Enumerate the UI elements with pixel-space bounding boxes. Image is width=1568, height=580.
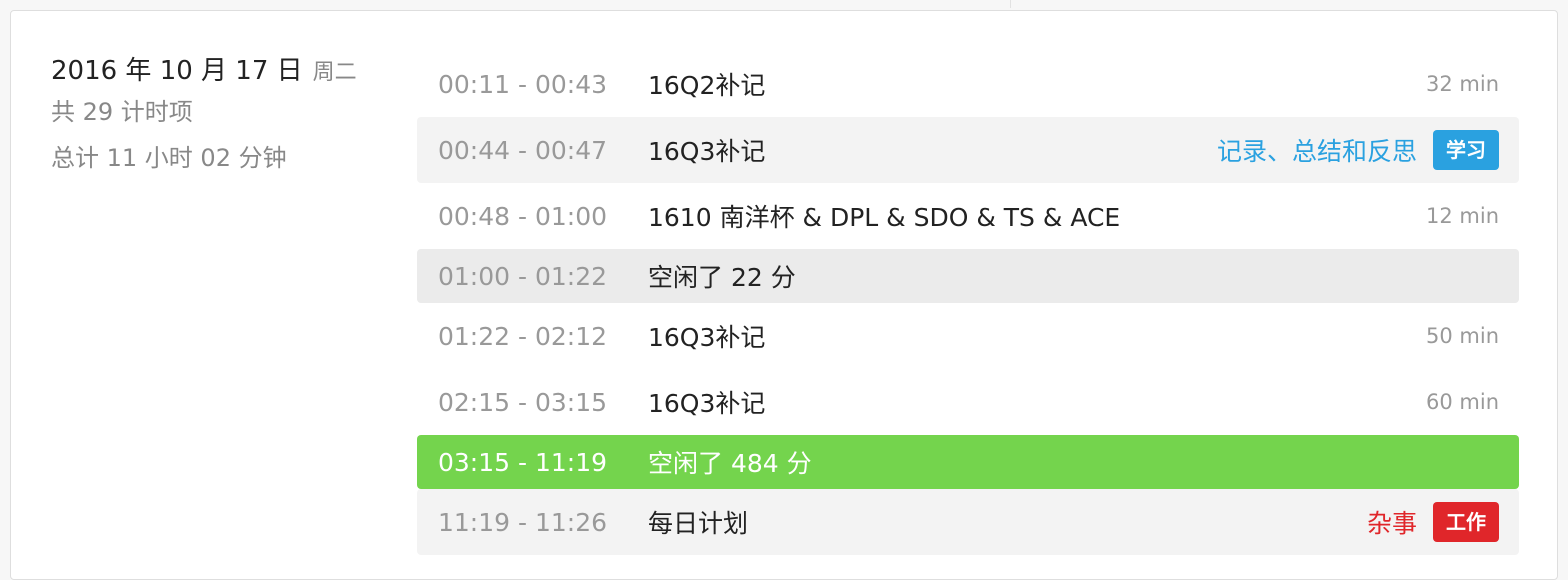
day-card: 2016 年 10 月 17 日周二 共 29 计时项 总计 11 小时 02 … [10, 10, 1558, 580]
time-range: 00:48 - 01:00 [438, 201, 608, 231]
date-line: 2016 年 10 月 17 日周二 [51, 53, 357, 89]
time-entry[interactable]: 00:11 - 00:43 16Q2补记 32 min [417, 51, 1519, 117]
time-entry[interactable]: 11:19 - 11:26 每日计划 杂事 工作 [417, 489, 1519, 555]
entry-duration: 32 min [1426, 72, 1499, 96]
entry-title: 每日计划 [648, 509, 749, 538]
entry-duration: 50 min [1426, 324, 1499, 348]
weekday-text: 周二 [312, 60, 357, 85]
total-duration: 总计 11 小时 02 分钟 [51, 144, 287, 172]
entry-duration: 60 min [1426, 390, 1499, 414]
entry-title: 16Q2补记 [648, 71, 766, 100]
time-range: 03:15 - 11:19 [438, 447, 608, 477]
time-entry-list: 00:11 - 00:43 16Q2补记 32 min 00:44 - 00:4… [417, 51, 1519, 555]
time-entry[interactable]: 00:48 - 01:00 1610 南洋杯 & DPL & SDO & TS … [417, 183, 1519, 249]
entry-count: 共 29 计时项 [51, 98, 193, 126]
time-range: 00:11 - 00:43 [438, 69, 608, 99]
time-entry[interactable]: 02:15 - 03:15 16Q3补记 60 min [417, 369, 1519, 435]
date-text: 2016 年 10 月 17 日 [51, 56, 303, 86]
idle-gap-entry-highlighted[interactable]: 03:15 - 11:19 空闲了 484 分 [417, 435, 1519, 489]
time-entry[interactable]: 00:44 - 00:47 16Q3补记 记录、总结和反思 学习 [417, 117, 1519, 183]
idle-label: 空闲了 484 分 [648, 449, 812, 478]
idle-gap-entry[interactable]: 01:00 - 01:22 空闲了 22 分 [417, 249, 1519, 303]
entry-title: 16Q3补记 [648, 323, 766, 352]
time-range: 01:22 - 02:12 [438, 321, 608, 351]
entry-category[interactable]: 杂事 [1367, 504, 1417, 540]
idle-label: 空闲了 22 分 [648, 263, 796, 292]
day-summary: 2016 年 10 月 17 日周二 共 29 计时项 总计 11 小时 02 … [51, 53, 357, 181]
time-range: 00:44 - 00:47 [438, 135, 608, 165]
entry-duration: 12 min [1426, 204, 1499, 228]
time-range: 11:19 - 11:26 [438, 507, 608, 537]
time-entry[interactable]: 01:22 - 02:12 16Q3补记 50 min [417, 303, 1519, 369]
entry-tag-study[interactable]: 学习 [1433, 130, 1499, 170]
top-divider [1010, 0, 1011, 8]
entry-title: 1610 南洋杯 & DPL & SDO & TS & ACE [648, 203, 1121, 232]
time-range: 01:00 - 01:22 [438, 261, 608, 291]
time-range: 02:15 - 03:15 [438, 387, 608, 417]
entry-category[interactable]: 记录、总结和反思 [1217, 132, 1417, 168]
entry-title: 16Q3补记 [648, 389, 766, 418]
entry-tag-work[interactable]: 工作 [1433, 502, 1499, 542]
entry-title: 16Q3补记 [648, 137, 766, 166]
